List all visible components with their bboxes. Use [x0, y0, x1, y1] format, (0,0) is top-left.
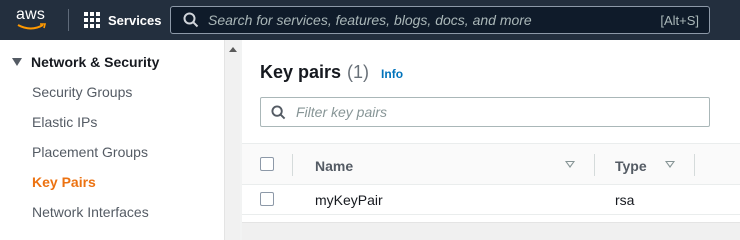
select-all-checkbox[interactable] [260, 157, 274, 171]
column-divider[interactable] [694, 154, 695, 176]
sidebar-item-placement-groups[interactable]: Placement Groups [32, 144, 149, 174]
search-shortcut-hint: [Alt+S] [660, 12, 699, 28]
nav-divider [68, 9, 69, 31]
panel-header: Key pairs (1) Info [260, 62, 403, 83]
top-navigation: aws Services [Alt+S] [0, 0, 740, 40]
column-header-name[interactable]: Name [315, 158, 353, 174]
global-search[interactable]: [Alt+S] [170, 6, 710, 34]
aws-logo-text: aws [16, 6, 46, 23]
sidebar-item-key-pairs[interactable]: Key Pairs [32, 174, 149, 204]
aws-smile-icon [17, 23, 47, 30]
search-icon [271, 104, 286, 119]
sidebar-item-elastic-ips[interactable]: Elastic IPs [32, 114, 149, 144]
services-button[interactable]: Services [84, 11, 162, 29]
filter-input[interactable] [286, 104, 709, 120]
search-input[interactable] [199, 12, 661, 28]
services-label: Services [108, 12, 162, 28]
info-link[interactable]: Info [381, 67, 403, 81]
cell-type: rsa [615, 192, 635, 208]
sort-icon[interactable] [565, 161, 575, 168]
cell-name: myKeyPair [315, 192, 383, 208]
scroll-up-arrow-icon[interactable] [229, 47, 237, 52]
item-count: (1) [347, 62, 370, 82]
sort-icon[interactable] [665, 161, 675, 168]
column-divider [292, 154, 293, 176]
aws-logo[interactable]: aws [16, 6, 50, 32]
sidebar-item-network-interfaces[interactable]: Network Interfaces [32, 204, 149, 234]
key-pairs-panel: Key pairs (1) Info Name Type myKeyPair r… [242, 40, 740, 240]
table-header: Name Type [242, 143, 740, 185]
sidebar-item-security-groups[interactable]: Security Groups [32, 84, 149, 114]
search-icon [183, 12, 199, 28]
page-title: Key pairs [260, 62, 342, 82]
row-checkbox[interactable] [260, 192, 274, 206]
sidebar-section-label: Network & Security [31, 54, 160, 70]
sidebar-items: Security Groups Elastic IPs Placement Gr… [32, 84, 149, 234]
column-header-type[interactable]: Type [615, 158, 647, 174]
caret-down-icon [12, 58, 22, 66]
filter-box[interactable] [260, 97, 710, 127]
table-row[interactable]: myKeyPair rsa [242, 185, 740, 215]
horizontal-scrollbar[interactable] [242, 222, 740, 240]
column-divider[interactable] [594, 154, 595, 176]
sidebar: Network & Security Security Groups Elast… [0, 40, 224, 240]
sidebar-scrollbar[interactable] [224, 40, 240, 240]
sidebar-section-network-security[interactable]: Network & Security [12, 54, 159, 70]
grid-icon [84, 12, 100, 28]
